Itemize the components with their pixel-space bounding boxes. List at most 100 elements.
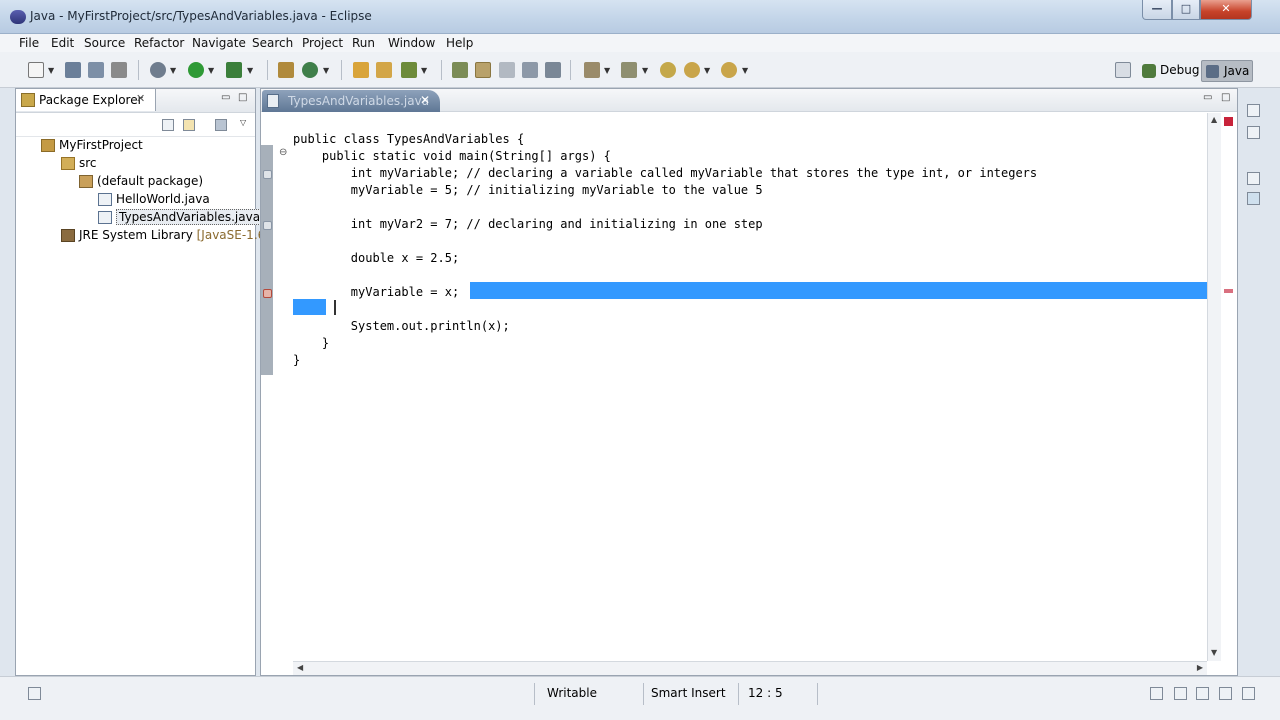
menu-edit[interactable]: Edit	[51, 36, 74, 50]
new-dropdown-icon[interactable]: ▼	[48, 66, 54, 75]
restore-view-icon[interactable]	[1247, 172, 1260, 185]
focus-icon[interactable]	[215, 119, 227, 131]
java-file-icon	[98, 193, 112, 206]
fold-toggle-icon[interactable]: ⊖	[279, 147, 287, 158]
search-icon[interactable]	[401, 62, 417, 78]
toggle-highlight-icon[interactable]	[475, 62, 491, 78]
forward-dropdown-icon[interactable]: ▼	[742, 66, 748, 75]
forward-icon[interactable]	[721, 62, 737, 78]
code-line: int myVariable; // declaring a variable …	[293, 166, 1038, 180]
maximize-editor-icon[interactable]: □	[1221, 92, 1230, 103]
code-line: double x = 2.5;	[293, 251, 460, 265]
external-tools-icon[interactable]	[226, 62, 242, 78]
perspective-debug-button[interactable]: Debug	[1140, 60, 1205, 82]
warning-marker-icon[interactable]	[263, 221, 272, 230]
package-explorer-tab[interactable]: Package Explorer ✕	[16, 89, 156, 111]
menu-window[interactable]: Window	[388, 36, 435, 50]
menu-refactor[interactable]: Refactor	[134, 36, 184, 50]
save-all-icon[interactable]	[88, 62, 104, 78]
text-selection	[470, 282, 1207, 299]
next-annotation-dropdown-icon[interactable]: ▼	[604, 66, 610, 75]
warning-marker-icon[interactable]	[263, 170, 272, 179]
package-explorer-header: Package Explorer ✕ ▭ □	[16, 89, 255, 113]
close-button[interactable]: ✕	[1200, 0, 1252, 20]
back-icon[interactable]	[684, 62, 700, 78]
jre-version-label: [JavaSE-1.6]	[196, 228, 270, 242]
console-view-icon[interactable]	[1242, 687, 1255, 700]
code-line: }	[293, 336, 330, 350]
editor-tab-typesandvariables[interactable]: TypesAndVariables.java ✕	[262, 90, 440, 112]
restore-icon[interactable]	[1150, 687, 1163, 700]
restore-view-icon[interactable]	[1247, 104, 1260, 117]
search-dropdown-icon[interactable]: ▼	[421, 66, 427, 75]
debug-dropdown-icon[interactable]: ▼	[170, 66, 176, 75]
package-explorer-title: Package Explorer	[39, 93, 143, 107]
toggle-mark-occurrences-icon[interactable]	[452, 62, 468, 78]
code-editor[interactable]: public class TypesAndVariables { public …	[293, 113, 1207, 661]
perspective-java-button[interactable]: Java	[1201, 60, 1253, 82]
view-menu-icon[interactable]: ▽	[240, 118, 246, 127]
run-icon[interactable]	[188, 62, 204, 78]
package-explorer-panel: Package Explorer ✕ ▭ □ ▽ MyFirstProject …	[15, 88, 270, 676]
previous-annotation-dropdown-icon[interactable]: ▼	[642, 66, 648, 75]
error-marker-icon[interactable]	[263, 289, 272, 298]
new-java-package-icon[interactable]	[278, 62, 294, 78]
collapse-all-icon[interactable]	[162, 119, 174, 131]
fast-view-icon[interactable]	[28, 687, 41, 700]
open-task-icon[interactable]	[376, 62, 392, 78]
debug-perspective-icon	[1142, 64, 1156, 78]
external-tools-dropdown-icon[interactable]: ▼	[247, 66, 253, 75]
menu-source[interactable]: Source	[84, 36, 125, 50]
horizontal-scrollbar[interactable]: ◀ ▶	[293, 661, 1207, 675]
status-insert-mode: Smart Insert	[651, 686, 726, 700]
link-with-editor-icon[interactable]	[183, 119, 195, 131]
error-summary-icon[interactable]	[1224, 117, 1233, 126]
minimize-view-icon[interactable]: ▭	[221, 92, 230, 103]
menu-navigate[interactable]: Navigate	[192, 36, 246, 50]
task-list-icon[interactable]	[1247, 192, 1260, 205]
new-class-dropdown-icon[interactable]: ▼	[323, 66, 329, 75]
scroll-right-icon[interactable]: ▶	[1197, 663, 1203, 672]
next-annotation-icon[interactable]	[584, 62, 600, 78]
run-dropdown-icon[interactable]: ▼	[208, 66, 214, 75]
scroll-left-icon[interactable]: ◀	[297, 663, 303, 672]
close-icon[interactable]: ✕	[136, 92, 145, 105]
menu-run[interactable]: Run	[352, 36, 375, 50]
problems-view-icon[interactable]	[1174, 687, 1187, 700]
debug-icon[interactable]	[150, 62, 166, 78]
menu-file[interactable]: File	[19, 36, 39, 50]
toggle-block-selection-icon[interactable]	[499, 62, 515, 78]
scroll-up-icon[interactable]: ▲	[1211, 115, 1217, 124]
menu-help[interactable]: Help	[446, 36, 473, 50]
last-edit-location-icon[interactable]	[660, 62, 676, 78]
show-whitespace-icon[interactable]	[522, 62, 538, 78]
pilcrow-icon[interactable]	[545, 62, 561, 78]
error-overview-marker[interactable]	[1224, 289, 1233, 293]
open-type-icon[interactable]	[353, 62, 369, 78]
scroll-down-icon[interactable]: ▼	[1211, 648, 1217, 657]
minimize-button[interactable]: —	[1142, 0, 1172, 20]
maximize-button[interactable]: □	[1172, 0, 1200, 20]
back-dropdown-icon[interactable]: ▼	[704, 66, 710, 75]
minimize-editor-icon[interactable]: ▭	[1203, 92, 1212, 103]
perspective-java-label: Java	[1224, 64, 1250, 78]
print-icon[interactable]	[111, 62, 127, 78]
menu-project[interactable]: Project	[302, 36, 343, 50]
new-icon[interactable]	[28, 62, 44, 78]
menu-search[interactable]: Search	[252, 36, 293, 50]
package-icon	[79, 175, 93, 188]
previous-annotation-icon[interactable]	[621, 62, 637, 78]
maximize-view-icon[interactable]: □	[238, 92, 247, 103]
close-icon[interactable]: ✕	[420, 93, 430, 107]
code-line: }	[293, 353, 301, 367]
open-perspective-icon[interactable]	[1115, 62, 1131, 78]
vertical-scrollbar[interactable]: ▲ ▼	[1207, 113, 1221, 661]
java-file-icon	[98, 211, 112, 224]
new-java-class-icon[interactable]	[302, 62, 318, 78]
tree-item-label: JRE System Library	[79, 228, 193, 242]
vertical-ruler	[261, 113, 275, 661]
save-icon[interactable]	[65, 62, 81, 78]
javadoc-view-icon[interactable]	[1196, 687, 1209, 700]
outline-view-icon[interactable]	[1247, 126, 1260, 139]
declaration-view-icon[interactable]	[1219, 687, 1232, 700]
